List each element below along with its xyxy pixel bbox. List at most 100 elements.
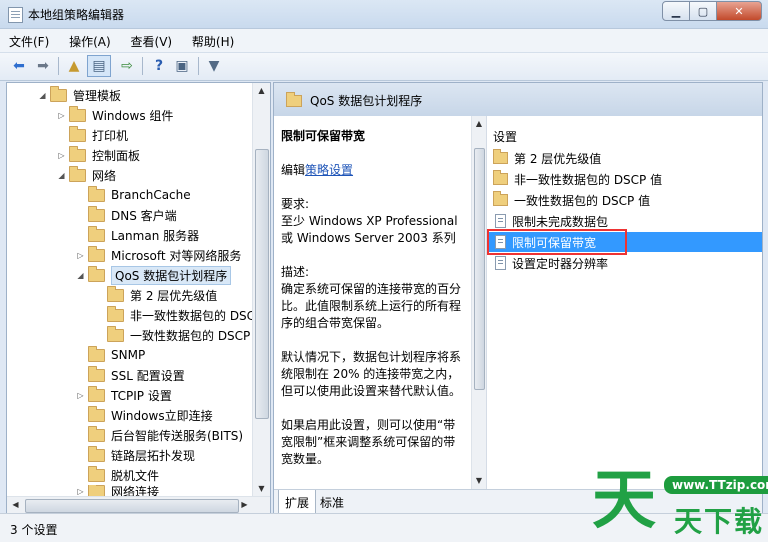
tree-node[interactable]: 第 2 层优先级值: [94, 285, 217, 305]
tree-node[interactable]: BranchCache: [75, 185, 191, 205]
tree-node[interactable]: ◢ 管理模板: [37, 85, 121, 105]
tree-scroll-thumb[interactable]: [255, 149, 269, 419]
folder-icon: [107, 325, 124, 342]
requirements-text: 至少 Windows XP Professional 或 Windows Ser…: [281, 214, 458, 245]
settings-column-header[interactable]: 设置: [493, 128, 517, 145]
tree-node[interactable]: ▷ Windows 组件: [56, 105, 173, 125]
tree-pane[interactable]: ◢ 管理模板 ▷ Windows 组件 打印机 ▷ 控制面板 ◢ 网络 BranchCa…: [6, 82, 271, 515]
folder-icon: [88, 245, 105, 262]
description-scrollbar[interactable]: ▲ ▼: [471, 116, 486, 489]
tree-node[interactable]: ▷ 控制面板: [56, 145, 140, 165]
back-arrow-icon[interactable]: ⬅: [10, 57, 28, 75]
folder-icon: [69, 165, 86, 182]
policy-setting-icon: [495, 256, 506, 270]
up-folder-icon[interactable]: ▲: [65, 57, 83, 75]
app-icon: [8, 7, 23, 23]
scroll-down-arrow-icon[interactable]: ▼: [472, 473, 486, 489]
detail-title: QoS 数据包计划程序: [310, 94, 423, 108]
help-icon[interactable]: ?: [150, 57, 168, 75]
tree-node[interactable]: 非一致性数据包的 DSCP: [94, 305, 262, 325]
tree-node[interactable]: 后台智能传送服务(BITS): [75, 425, 243, 445]
close-button[interactable]: ✕: [716, 1, 762, 21]
tree-node[interactable]: 打印机: [56, 125, 128, 145]
watermark-text: 天下载: [674, 505, 765, 538]
filter-icon[interactable]: ▼: [205, 57, 223, 75]
edit-policy-link[interactable]: 策略设置: [305, 163, 353, 177]
policy-title: 限制可保留带宽: [281, 129, 366, 143]
tree-node[interactable]: ◢ 网络: [56, 165, 116, 185]
folder-icon: [107, 305, 124, 322]
folder-icon: [493, 149, 508, 164]
settings-item[interactable]: 设置定时器分辨率: [487, 253, 762, 273]
description-label: 描述:: [281, 265, 310, 279]
properties-icon[interactable]: ▣: [173, 57, 191, 75]
folder-icon: [107, 285, 124, 302]
folder-icon: [69, 125, 86, 142]
description-text: 如果启用此设置，则可以使用“带宽限制”框来调整系统可保留的带宽数量。: [281, 418, 456, 466]
description-scroll-thumb[interactable]: [474, 148, 485, 390]
settings-item[interactable]: 非一致性数据包的 DSCP 值: [487, 169, 762, 189]
scroll-down-arrow-icon[interactable]: ▼: [253, 481, 270, 497]
menu-help[interactable]: 帮助(H): [183, 29, 241, 50]
menu-file[interactable]: 文件(F): [0, 29, 56, 50]
export-list-icon[interactable]: ⇨: [118, 57, 136, 75]
tree-node[interactable]: Lanman 服务器: [75, 225, 199, 245]
tree-node[interactable]: SNMP: [75, 345, 145, 365]
menu-bar: 文件(F) 操作(A) 查看(V) 帮助(H): [0, 29, 768, 53]
tree-node[interactable]: 链路层拓扑发现: [75, 445, 195, 465]
tree-node[interactable]: 脱机文件: [75, 465, 159, 485]
menu-action[interactable]: 操作(A): [60, 29, 118, 50]
folder-icon: [50, 85, 67, 102]
tree-node[interactable]: Windows立即连接: [75, 405, 213, 425]
forward-arrow-icon[interactable]: ➡: [34, 57, 52, 75]
folder-icon: [69, 145, 86, 162]
folder-icon: [88, 465, 105, 482]
settings-item[interactable]: 第 2 层优先级值: [487, 148, 762, 168]
scroll-up-arrow-icon[interactable]: ▲: [253, 83, 270, 99]
policy-setting-icon: [495, 214, 506, 228]
folder-icon: [88, 205, 105, 222]
description-text: 默认情况下，数据包计划程序将系统限制在 20% 的连接带宽之内，但可以使用此设置…: [281, 350, 462, 398]
tree-node-selected[interactable]: ◢ QoS 数据包计划程序: [75, 265, 232, 285]
settings-list: 设置 第 2 层优先级值 非一致性数据包的 DSCP 值 一致性数据包的 DSC…: [487, 116, 762, 489]
tree-vertical-scrollbar[interactable]: ▲ ▼: [252, 83, 270, 497]
tree-node[interactable]: ▷ Microsoft 对等网络服务: [75, 245, 241, 265]
tree-node[interactable]: ▷ TCPIP 设置: [75, 385, 172, 405]
description-text: 确定系统可保留的连接带宽的百分比。此值限制系统上运行的所有程序的组合带宽保留。: [281, 282, 462, 330]
folder-icon: [286, 92, 302, 107]
folder-icon: [88, 405, 105, 422]
folder-icon: [88, 425, 105, 442]
title-bar: 本地组策略编辑器 ▁ ▢ ✕: [0, 0, 768, 29]
folder-icon: [88, 365, 105, 382]
tree-hscroll-thumb[interactable]: [25, 499, 239, 513]
menu-view[interactable]: 查看(V): [122, 29, 180, 50]
settings-item[interactable]: 一致性数据包的 DSCP 值: [487, 190, 762, 210]
folder-icon: [88, 345, 105, 362]
watermark-big-char: 天: [592, 464, 656, 538]
window-title: 本地组策略编辑器: [28, 8, 125, 22]
detail-header: QoS 数据包计划程序: [274, 83, 762, 117]
minimize-button[interactable]: ▁: [662, 1, 690, 21]
tree-node[interactable]: 一致性数据包的 DSCP: [94, 325, 250, 345]
tree-horizontal-scrollbar[interactable]: ◀ ▶: [7, 496, 270, 514]
scroll-right-arrow-icon[interactable]: ▶: [236, 497, 253, 513]
tree-node[interactable]: SSL 配置设置: [75, 365, 185, 385]
tab-extended[interactable]: 扩展: [278, 490, 317, 514]
scroll-left-arrow-icon[interactable]: ◀: [7, 497, 24, 513]
edit-prefix: 编辑: [281, 163, 306, 177]
folder-icon: [88, 385, 105, 402]
window-controls: ▁ ▢ ✕: [662, 1, 762, 21]
watermark-logo: 天 www.TTzip.com 天下载: [590, 462, 768, 540]
watermark-url: www.TTzip.com: [664, 476, 768, 494]
show-hide-tree-icon[interactable]: ▤: [87, 55, 111, 77]
highlight-annotation-box: [487, 229, 627, 255]
maximize-button[interactable]: ▢: [689, 1, 717, 21]
scroll-up-arrow-icon[interactable]: ▲: [472, 116, 486, 132]
folder-icon: [88, 225, 105, 242]
tree-node[interactable]: DNS 客户端: [75, 205, 177, 225]
settings-item[interactable]: 限制未完成数据包: [487, 211, 762, 231]
requirements-label: 要求:: [281, 197, 310, 211]
tab-standard[interactable]: 标准: [314, 490, 350, 514]
folder-icon: [88, 185, 105, 202]
status-text: 3 个设置: [10, 523, 58, 537]
